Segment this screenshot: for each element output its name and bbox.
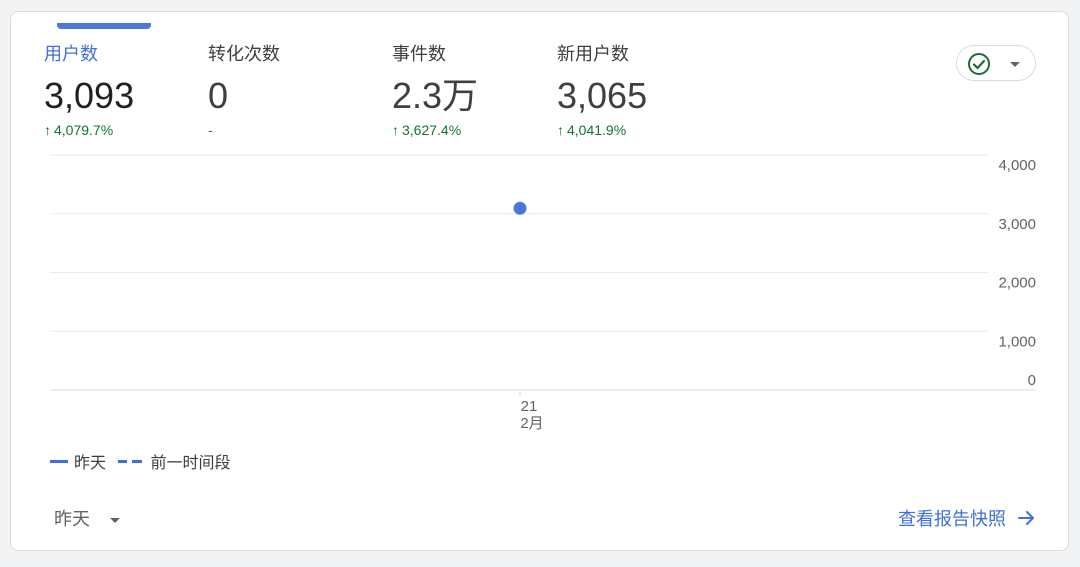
legend-swatch-dashed: [118, 459, 143, 463]
y-tick-label: 4,000: [998, 157, 1036, 174]
legend-item-current: 昨天: [50, 449, 106, 473]
snapshot-link-label: 查看报告快照: [898, 509, 1006, 529]
legend-item-previous: 前一时间段: [118, 449, 230, 473]
y-tick-label: 2,000: [998, 275, 1036, 292]
view-report-snapshot-link[interactable]: 查看报告快照: [898, 505, 1036, 531]
date-range-dropdown[interactable]: 昨天: [54, 505, 121, 531]
legend-label-previous: 前一时间段: [150, 455, 231, 472]
chart-legend: 昨天 前一时间段: [50, 449, 238, 473]
data-point[interactable]: [513, 201, 527, 215]
y-tick-label: 0: [1028, 372, 1036, 389]
legend-swatch-solid: [50, 459, 68, 463]
x-tick-label-month: 2月: [520, 415, 543, 432]
x-tick-label-day: 21: [521, 398, 538, 415]
chart: 4,000 3,000 2,000 1,000 0 212月: [50, 154, 1036, 432]
chart-gridlines: [50, 154, 1036, 391]
date-range-label: 昨天: [54, 509, 90, 529]
data-points: [513, 201, 527, 215]
x-axis: 212月: [519, 390, 544, 432]
y-axis-ticks: 4,000 3,000 2,000 1,000 0: [998, 157, 1036, 389]
y-tick-label: 3,000: [998, 216, 1036, 233]
legend-label-current: 昨天: [74, 455, 107, 472]
arrow-right-icon: [1018, 511, 1034, 525]
chevron-down-icon: [110, 517, 121, 523]
y-tick-label: 1,000: [998, 333, 1036, 350]
